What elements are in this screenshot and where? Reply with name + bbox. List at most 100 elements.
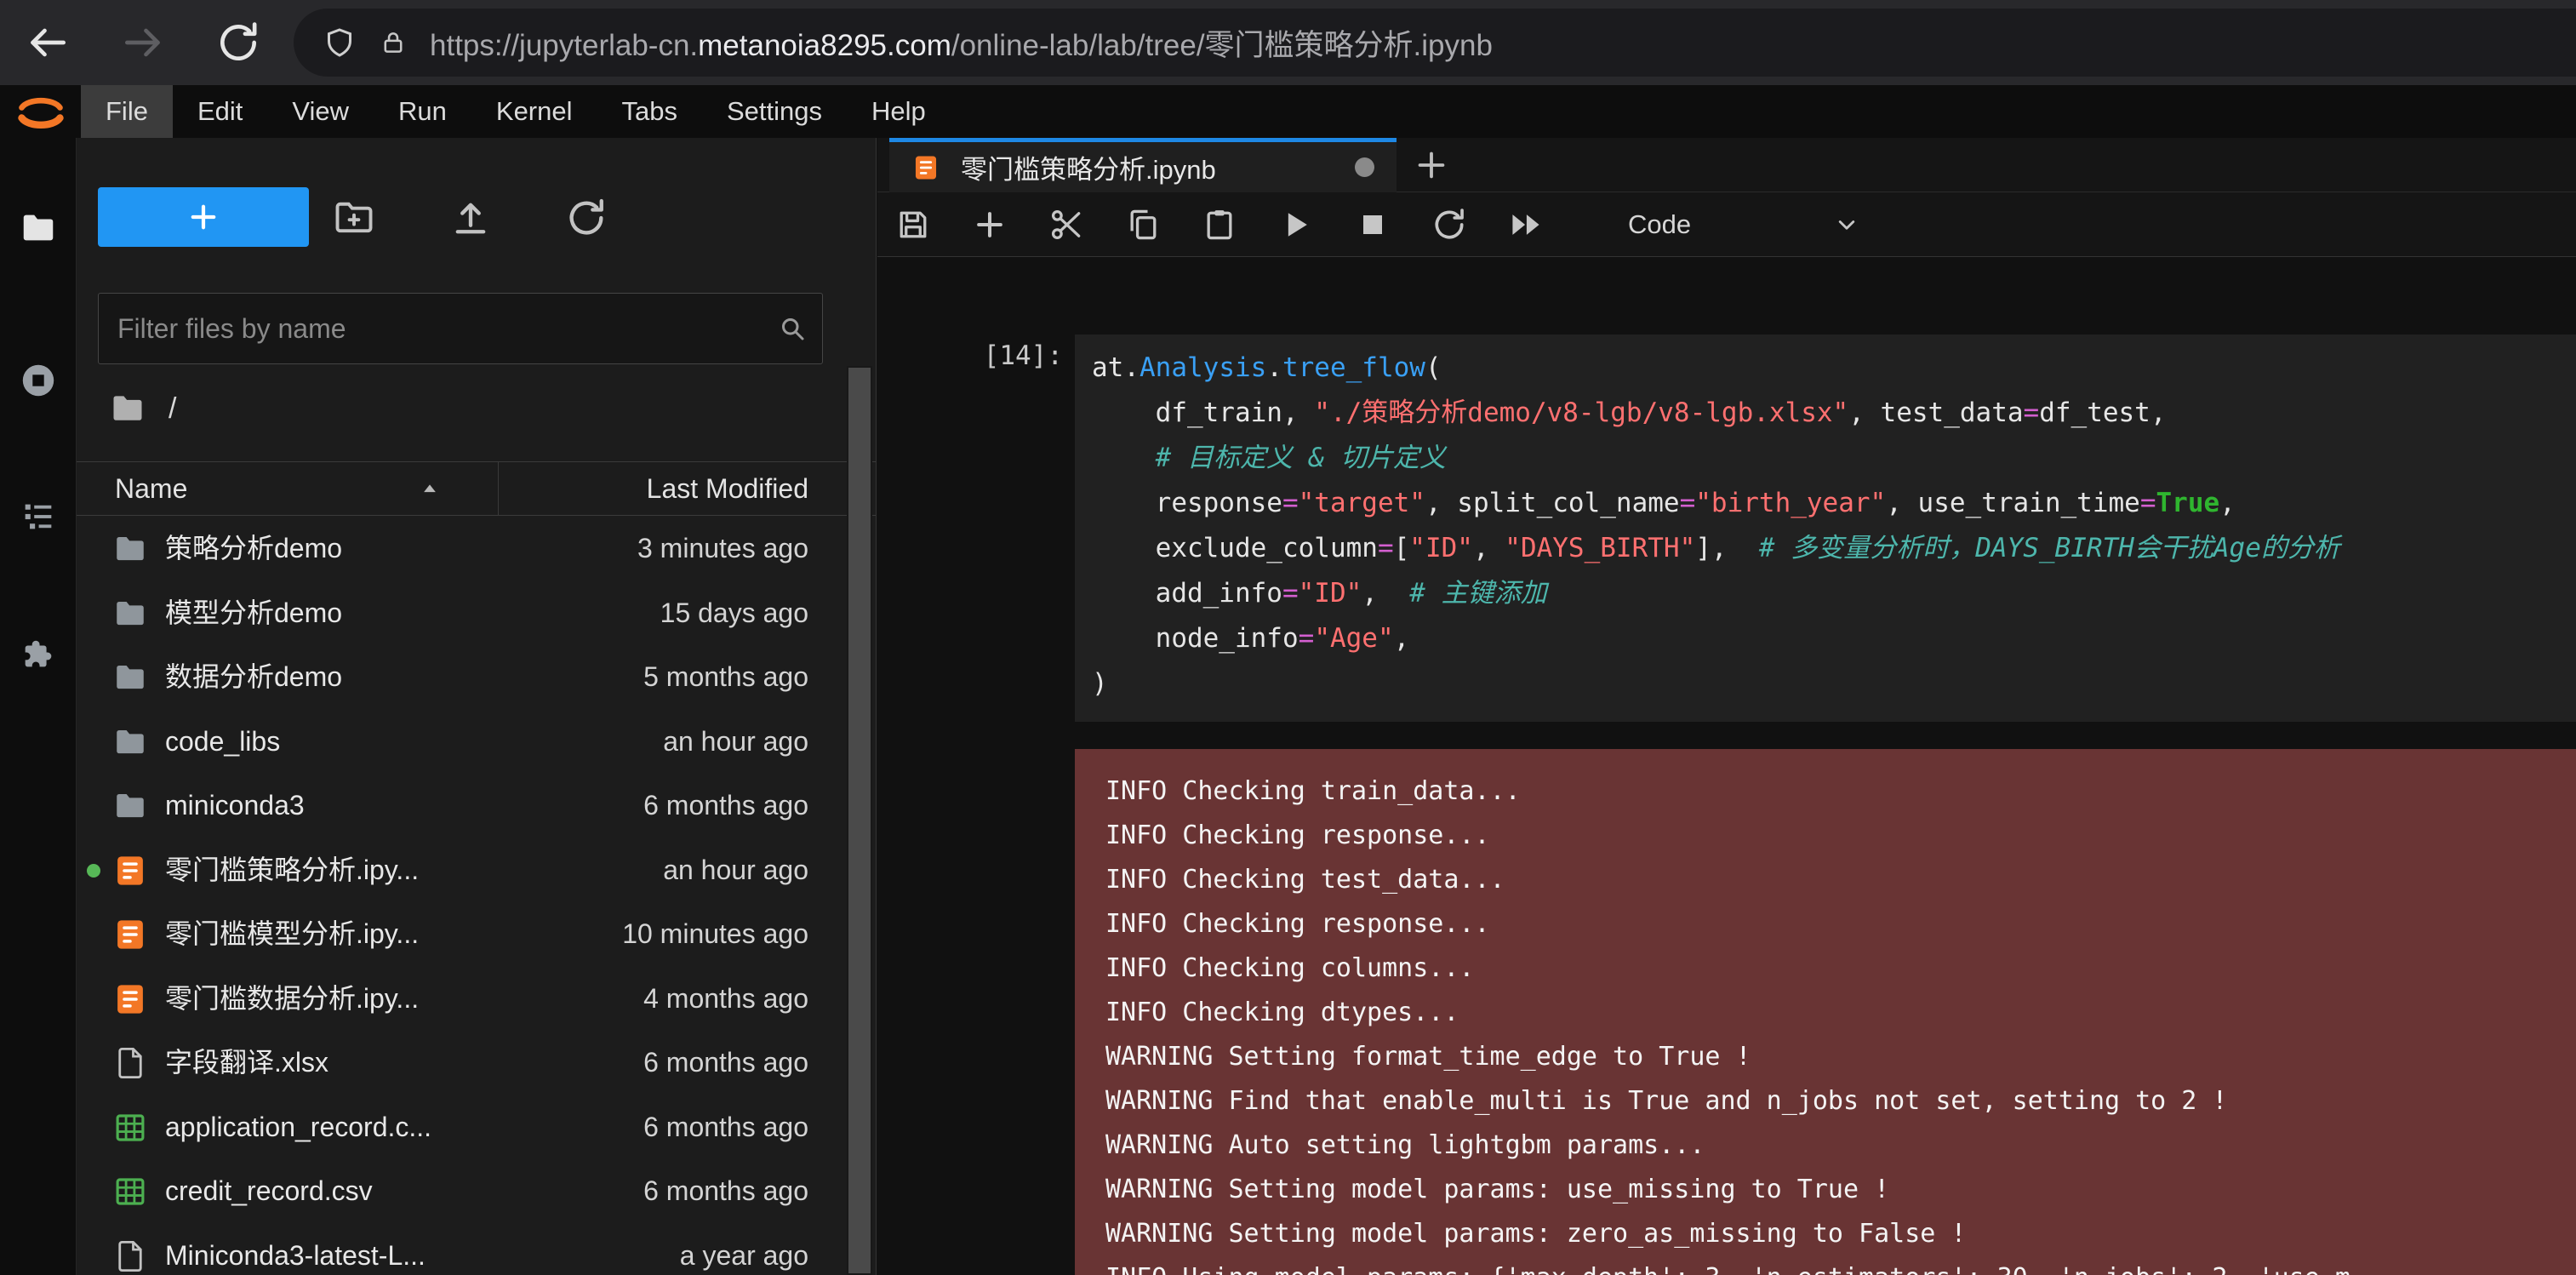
folder-icon [19, 209, 58, 248]
tracking-shield-icon[interactable] [323, 26, 357, 60]
output-line: INFO Checking response... [1105, 814, 2576, 858]
file-row[interactable]: 零门槛模型分析.ipy...10 minutes ago [77, 902, 877, 967]
refresh-file-list-button[interactable] [564, 196, 608, 240]
lock-icon[interactable] [379, 28, 408, 57]
notebook-toolbar: Code [877, 192, 2576, 257]
address-bar[interactable]: https://jupyterlab-cn.metanoia8295.com/o… [294, 9, 2576, 77]
scrollbar-thumb[interactable] [848, 368, 871, 1273]
play-icon [1277, 206, 1315, 243]
new-tab-button[interactable] [1412, 146, 1451, 185]
cut-cells-button[interactable] [1048, 206, 1085, 243]
browser-forward-button[interactable] [119, 19, 167, 66]
breadcrumb[interactable]: / [109, 386, 176, 431]
file-modified: 15 days ago [660, 581, 808, 645]
file-row[interactable]: 数据分析demo 5 months ago [77, 645, 877, 710]
save-icon [894, 206, 932, 243]
sidebar-tab-running[interactable] [19, 361, 58, 400]
sidebar-tab-toc[interactable] [19, 497, 58, 536]
notebook-tab[interactable]: 零门槛策略分析.ipynb [889, 138, 1397, 192]
table-of-contents-icon [19, 497, 58, 536]
csv-icon [112, 1110, 148, 1146]
file-row[interactable]: 零门槛策略分析.ipy...an hour ago [77, 838, 877, 903]
running-kernel-indicator [87, 864, 100, 878]
new-folder-icon [332, 196, 376, 240]
sort-ascending-icon[interactable] [417, 477, 443, 502]
sidebar-tab-extensions[interactable] [19, 636, 58, 675]
file-row[interactable]: 策略分析demo3 minutes ago [77, 517, 877, 581]
menu-item-help[interactable]: Help [847, 85, 951, 138]
file-list-header: Name Last Modified [77, 461, 877, 516]
browser-reload-button[interactable] [214, 19, 262, 66]
reload-icon [214, 19, 262, 66]
file-name: 零门槛策略分析.ipy... [165, 838, 419, 902]
save-button[interactable] [894, 206, 932, 243]
insert-cell-button[interactable] [971, 206, 1008, 243]
menu-item-tabs[interactable]: Tabs [597, 85, 702, 138]
back-arrow-icon [24, 19, 71, 66]
interrupt-kernel-button[interactable] [1354, 206, 1391, 243]
menu-item-file[interactable]: File [81, 85, 173, 138]
fast-forward-icon [1507, 206, 1545, 243]
file-modified: 10 minutes ago [622, 902, 808, 966]
code-line: at.Analysis.tree_flow( [1092, 346, 2576, 391]
menu-item-view[interactable]: View [267, 85, 374, 138]
output-line: INFO Checking test_data... [1105, 858, 2576, 902]
file-row[interactable]: 字段翻译.xlsx6 months ago [77, 1031, 877, 1095]
restart-kernel-button[interactable] [1431, 206, 1468, 243]
notebook-content: [14]: at.Analysis.tree_flow( df_train, "… [877, 258, 2576, 1275]
folder-icon [112, 596, 148, 632]
file-name: credit_record.csv [165, 1159, 373, 1223]
menu-item-edit[interactable]: Edit [173, 85, 267, 138]
menu-item-run[interactable]: Run [374, 85, 471, 138]
filter-files-input[interactable] [98, 293, 823, 364]
folder-icon [112, 660, 148, 695]
file-row[interactable]: code_libs an hour ago [77, 710, 877, 775]
file-name: code_libs [165, 710, 280, 774]
jupyterlab-menubar: FileEditViewRunKernelTabsSettingsHelp [0, 85, 2576, 138]
file-modified: 5 months ago [643, 645, 808, 709]
code-line: df_train, "./策略分析demo/v8-lgb/v8-lgb.xlsx… [1092, 391, 2576, 436]
run-cell-button[interactable] [1277, 206, 1315, 243]
paste-cells-button[interactable] [1201, 206, 1238, 243]
code-lines: at.Analysis.tree_flow( df_train, "./策略分析… [1075, 334, 2576, 706]
file-name: 策略分析demo [165, 517, 342, 580]
notebook-tab-bar: 零门槛策略分析.ipynb [877, 138, 2576, 192]
file-row[interactable]: 零门槛数据分析.ipy...4 months ago [77, 967, 877, 1032]
new-launcher-button[interactable] [98, 187, 309, 247]
file-name: 数据分析demo [165, 645, 342, 709]
copy-cells-button[interactable] [1124, 206, 1162, 243]
output-line: INFO Using model params: {'max_depth': 3… [1105, 1256, 2576, 1275]
sidebar-tab-files[interactable] [19, 209, 58, 248]
file-row[interactable]: miniconda36 months ago [77, 774, 877, 838]
upload-button[interactable] [448, 196, 493, 240]
menu-item-settings[interactable]: Settings [702, 85, 847, 138]
file-modified: an hour ago [663, 710, 808, 774]
chevron-down-icon [1832, 210, 1861, 239]
csv-icon [112, 1174, 148, 1209]
browser-toolbar: https://jupyterlab-cn.metanoia8295.com/o… [0, 0, 2576, 85]
cell-type-dropdown[interactable]: Code [1628, 209, 1861, 240]
restart-run-all-button[interactable] [1507, 206, 1545, 243]
file-row[interactable]: Miniconda3-latest-L...a year ago [77, 1224, 877, 1275]
copy-icon [1124, 206, 1162, 243]
code-cell-editor[interactable]: at.Analysis.tree_flow( df_train, "./策略分析… [1075, 334, 2576, 722]
column-header-name[interactable]: Name [115, 462, 187, 515]
breadcrumb-root[interactable]: / [168, 392, 176, 426]
code-line: node_info="Age", [1092, 616, 2576, 661]
file-name: application_record.c... [165, 1095, 431, 1159]
tab-title: 零门槛策略分析.ipynb [961, 148, 1216, 186]
browser-back-button[interactable] [24, 19, 71, 66]
file-row[interactable]: 模型分析demo15 days ago [77, 581, 877, 646]
new-folder-button[interactable] [332, 196, 376, 240]
file-row[interactable]: application_record.c...6 months ago [77, 1095, 877, 1160]
file-browser-panel: / Name Last Modified 策略分析demo3 minutes a… [77, 138, 877, 1275]
cell-type-value: Code [1628, 209, 1691, 240]
column-header-modified[interactable]: Last Modified [498, 462, 877, 515]
file-name: 零门槛数据分析.ipy... [165, 967, 419, 1031]
folder-icon [109, 390, 146, 427]
tab-dirty-indicator[interactable] [1355, 157, 1374, 177]
file-name: Miniconda3-latest-L... [165, 1224, 426, 1275]
file-row[interactable]: credit_record.csv6 months ago [77, 1159, 877, 1224]
menu-item-kernel[interactable]: Kernel [471, 85, 597, 138]
file-modified: 6 months ago [643, 774, 808, 838]
